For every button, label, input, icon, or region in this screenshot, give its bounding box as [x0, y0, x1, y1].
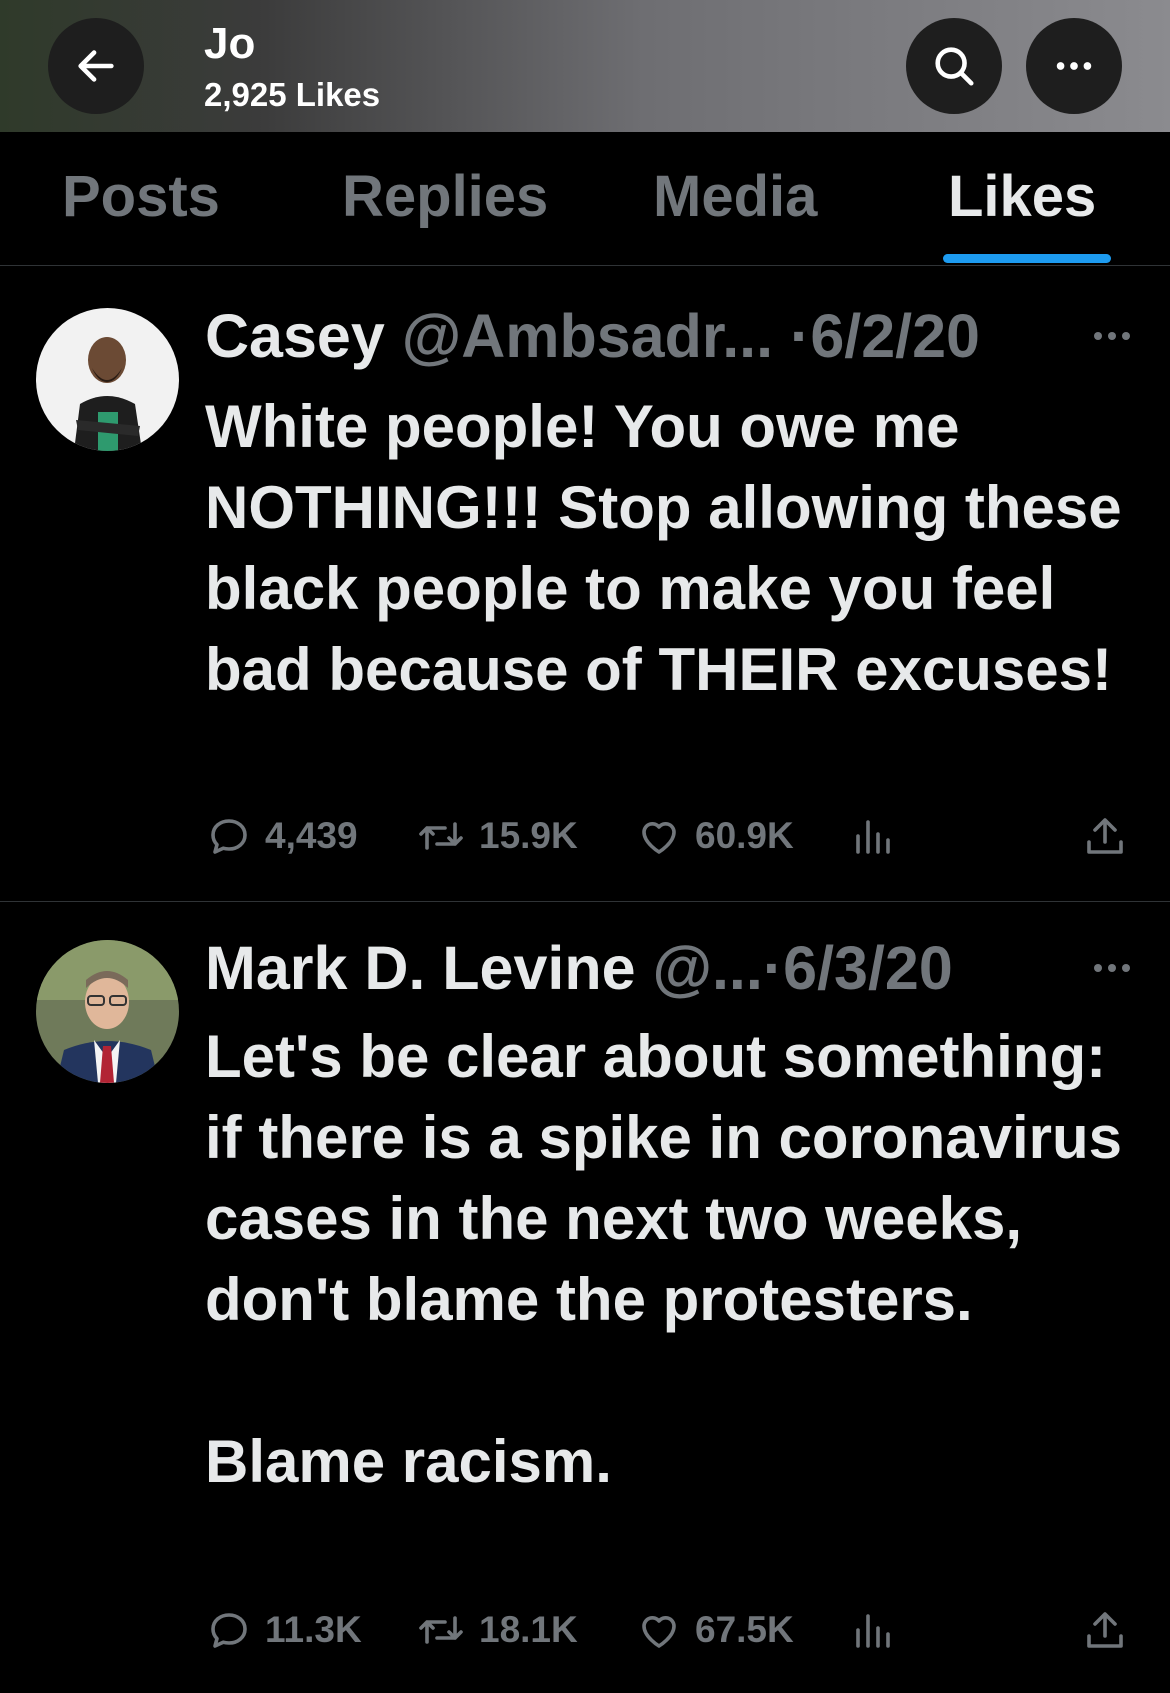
likes-count: 2,925 Likes — [204, 76, 381, 113]
avatar[interactable] — [36, 940, 179, 1083]
views-button[interactable] — [850, 1600, 898, 1660]
analytics-icon — [856, 820, 890, 854]
share-button[interactable] — [1081, 1600, 1129, 1660]
author-name[interactable]: Casey — [205, 302, 385, 370]
share-button[interactable] — [1081, 806, 1129, 866]
reply-icon — [211, 819, 247, 854]
post-more-icon[interactable] — [1094, 964, 1130, 972]
post-text-paragraph: Let's be clear about something: if there… — [205, 1023, 1122, 1333]
post-text-paragraph: White people! You owe me NOTHING!!! Stop… — [205, 393, 1122, 703]
tab-posts[interactable]: Posts — [62, 168, 220, 226]
repost-button[interactable]: 15.9K — [415, 806, 578, 866]
like-button[interactable]: 60.9K — [635, 806, 794, 866]
tab-media[interactable]: Media — [653, 168, 817, 226]
like-count: 60.9K — [695, 815, 794, 856]
post[interactable]: Mark D. Levine @...·6/3/20 Let's be clea… — [0, 902, 1170, 1693]
avatar[interactable] — [36, 308, 179, 451]
more-options-button[interactable] — [1026, 18, 1122, 114]
more-horizontal-icon — [1056, 62, 1092, 70]
share-icon — [1087, 1612, 1123, 1648]
post-text: Let's be clear about something: if there… — [205, 1016, 1135, 1502]
like-count: 67.5K — [695, 1609, 794, 1650]
separator: · — [762, 934, 784, 1002]
repost-count: 15.9K — [479, 815, 578, 856]
search-icon — [935, 47, 974, 86]
post-header: Casey @Ambsadr... ·6/2/20 — [205, 306, 980, 367]
post-header: Mark D. Levine @...·6/3/20 — [205, 938, 953, 999]
profile-tabs: Posts Replies Media Likes — [0, 132, 1170, 266]
post-text: White people! You owe me NOTHING!!! Stop… — [205, 386, 1135, 710]
author-name[interactable]: Mark D. Levine — [205, 934, 636, 1002]
post[interactable]: Casey @Ambsadr... ·6/2/20 White people! … — [0, 272, 1170, 902]
heart-icon — [642, 1616, 676, 1648]
post-actions: 4,439 15.9K 60.9K — [205, 806, 1135, 866]
analytics-icon — [856, 1614, 890, 1648]
repost-button[interactable]: 18.1K — [415, 1600, 578, 1660]
reply-button[interactable]: 4,439 — [205, 806, 358, 866]
tab-replies[interactable]: Replies — [342, 168, 548, 226]
author-handle[interactable]: @Ambsadr... — [402, 302, 773, 370]
post-date[interactable]: 6/2/20 — [810, 302, 980, 370]
repost-icon — [419, 1616, 463, 1644]
post-text-paragraph: Blame racism. — [205, 1428, 612, 1495]
search-button[interactable] — [906, 18, 1002, 114]
profile-name: Jo — [204, 19, 256, 68]
views-button[interactable] — [850, 806, 898, 866]
reply-count: 4,439 — [265, 815, 358, 856]
post-date[interactable]: 6/3/20 — [783, 934, 953, 1002]
repost-icon — [419, 822, 463, 850]
share-icon — [1087, 818, 1123, 854]
separator: · — [790, 302, 811, 370]
active-tab-indicator — [943, 254, 1111, 263]
arrow-left-icon — [78, 50, 114, 82]
back-button[interactable] — [48, 18, 144, 114]
reply-count: 11.3K — [265, 1609, 362, 1650]
reply-icon — [211, 1613, 247, 1648]
post-more-icon[interactable] — [1094, 332, 1130, 340]
author-handle[interactable]: @... — [653, 934, 763, 1002]
heart-icon — [642, 822, 676, 854]
post-actions: 11.3K 18.1K 67.5K — [205, 1600, 1135, 1660]
repost-count: 18.1K — [479, 1609, 578, 1650]
reply-button[interactable]: 11.3K — [205, 1600, 362, 1660]
tab-likes[interactable]: Likes — [948, 168, 1096, 226]
profile-header: Jo 2,925 Likes — [0, 0, 1170, 132]
like-button[interactable]: 67.5K — [635, 1600, 794, 1660]
